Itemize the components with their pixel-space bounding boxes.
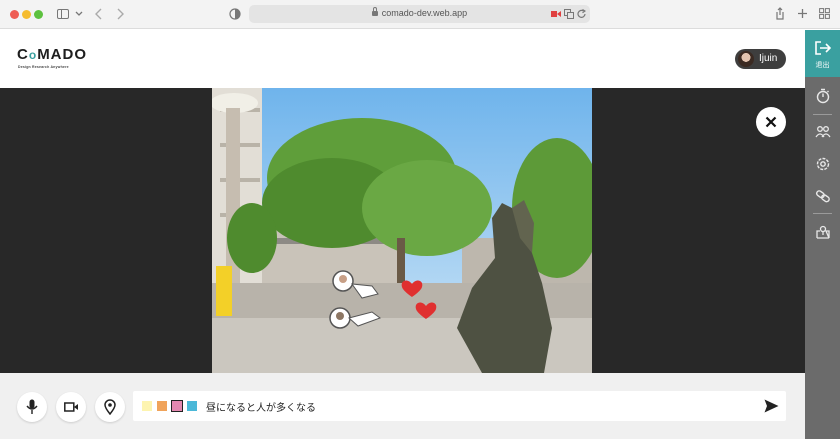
close-window-button[interactable]	[10, 10, 19, 19]
avatar	[738, 51, 754, 67]
logo-subtitle: Design Research Anywhere	[18, 65, 69, 69]
camera-recording-icon[interactable]	[551, 10, 561, 18]
link-icon[interactable]	[815, 188, 831, 204]
app-header: CoMADO Design Research Anywhere Ijuin	[0, 30, 805, 88]
color-swatch-yellow[interactable]	[142, 401, 152, 411]
sidebar-divider	[813, 213, 832, 214]
tab-overview-icon[interactable]	[819, 8, 830, 19]
exit-label: 退出	[815, 61, 830, 69]
comment-input-box[interactable]: 昼になると人が多くなる	[133, 391, 786, 421]
reload-icon[interactable]	[577, 9, 587, 19]
user-name: Ijuin	[759, 53, 778, 64]
exit-icon	[815, 41, 831, 55]
settings-icon[interactable]	[815, 156, 831, 172]
location-pin-icon	[104, 399, 116, 415]
maximize-window-button[interactable]	[34, 10, 43, 19]
exit-button[interactable]: 退出	[805, 30, 840, 77]
comment-text[interactable]: 昼になると人が多くなる	[206, 399, 316, 414]
url-text: comado-dev.web.app	[381, 8, 468, 18]
street-scene-photo[interactable]	[212, 88, 592, 373]
close-viewer-button[interactable]	[756, 107, 786, 137]
location-button[interactable]	[95, 392, 125, 422]
video-button[interactable]	[56, 392, 86, 422]
sidebar-toggle-icon[interactable]	[57, 9, 69, 19]
share-icon[interactable]	[775, 7, 785, 20]
viewer-stage	[0, 88, 805, 373]
map-icon[interactable]	[815, 224, 831, 240]
video-camera-icon	[64, 402, 78, 412]
color-swatch-blue[interactable]	[187, 401, 197, 411]
comment-toolbar: 昼になると人が多くなる	[0, 373, 805, 439]
forward-icon[interactable]	[116, 8, 124, 20]
chevron-down-icon[interactable]	[75, 10, 83, 18]
lock-icon	[371, 7, 378, 16]
close-icon	[765, 116, 777, 128]
color-swatch-pink[interactable]	[171, 400, 183, 412]
timer-icon[interactable]	[815, 88, 831, 104]
photo-illustration	[212, 88, 592, 373]
sidebar-divider	[813, 114, 832, 115]
microphone-button[interactable]	[17, 392, 47, 422]
comado-logo[interactable]: CoMADO	[17, 46, 87, 63]
color-swatch-orange[interactable]	[157, 401, 167, 411]
shield-icon[interactable]	[229, 8, 241, 20]
browser-toolbar: comado-dev.web.app	[0, 0, 840, 29]
send-icon[interactable]	[764, 399, 779, 413]
microphone-icon	[26, 399, 38, 414]
user-menu-button[interactable]: Ijuin	[735, 49, 786, 69]
right-sidebar: 退出	[805, 30, 840, 439]
address-bar[interactable]: comado-dev.web.app	[249, 5, 590, 23]
new-tab-icon[interactable]	[797, 8, 808, 19]
minimize-window-button[interactable]	[22, 10, 31, 19]
translate-icon[interactable]	[564, 9, 574, 19]
back-icon[interactable]	[95, 8, 103, 20]
participants-icon[interactable]	[815, 124, 831, 140]
